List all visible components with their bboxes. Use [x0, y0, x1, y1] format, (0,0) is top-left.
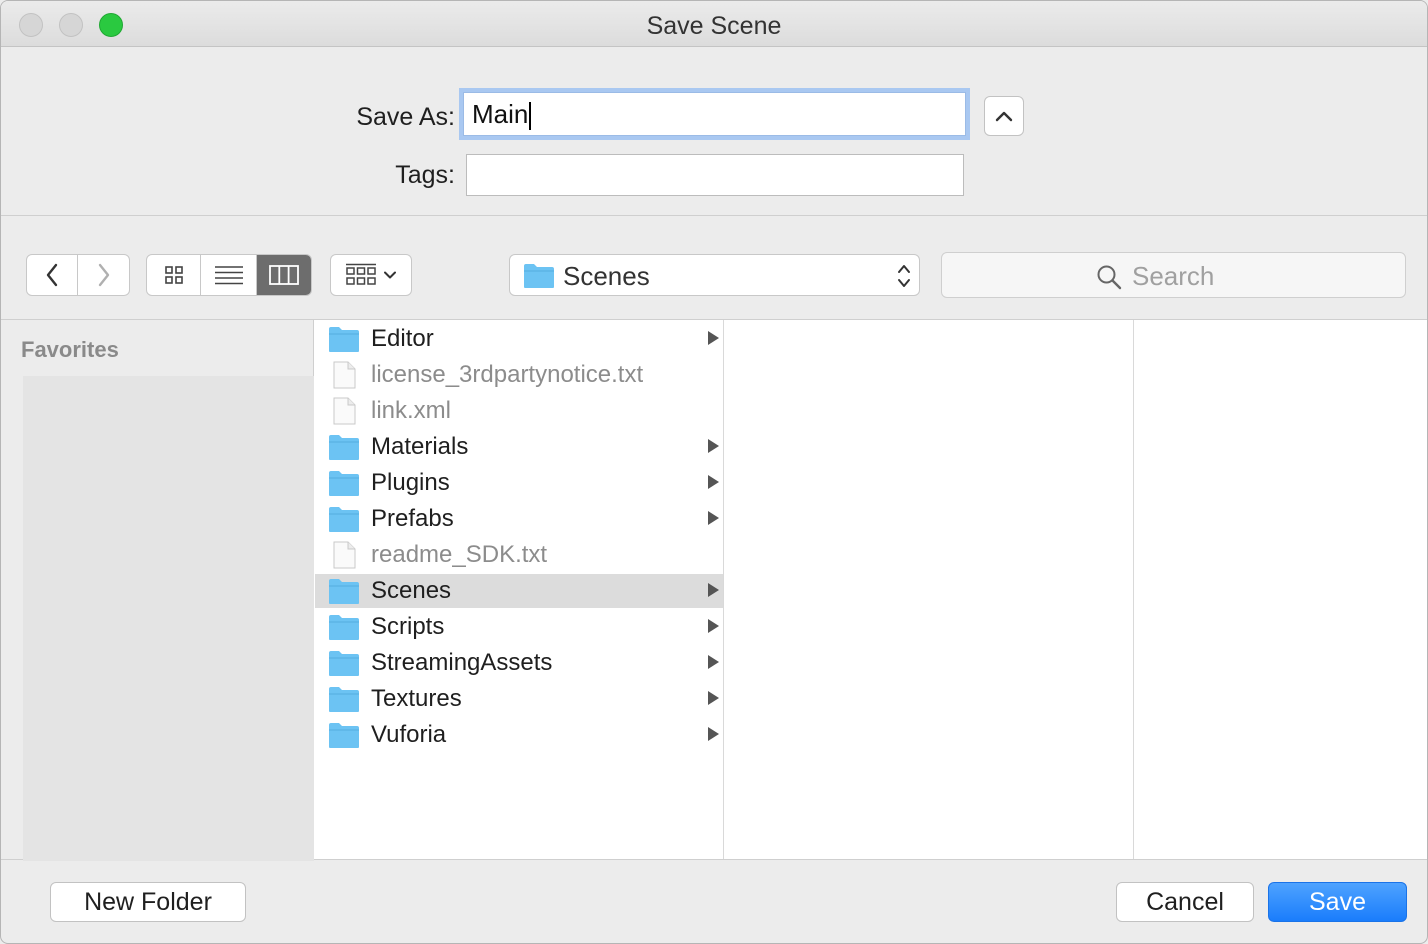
search-placeholder: Search — [1132, 261, 1215, 291]
row-label: Scripts — [371, 613, 445, 640]
view-mode-control — [146, 254, 312, 296]
tags-label: Tags: — [395, 161, 455, 189]
folder-icon — [329, 507, 359, 532]
row-label: link.xml — [371, 397, 452, 424]
location-label: Scenes — [563, 261, 650, 291]
grid-icon — [164, 266, 183, 284]
disclosure-arrow-icon — [708, 511, 719, 525]
folder-icon — [329, 687, 359, 712]
group-icon — [346, 263, 376, 285]
folder-row[interactable]: Plugins — [315, 466, 723, 500]
folder-icon — [524, 264, 554, 288]
chevron-down-icon — [384, 271, 396, 279]
folder-icon — [329, 435, 359, 460]
folder-icon — [329, 615, 359, 640]
folder-icon — [329, 579, 359, 604]
window-title: Save Scene — [646, 12, 782, 40]
folder-row[interactable]: Scripts — [315, 610, 723, 644]
updown-arrows-icon — [898, 265, 910, 287]
cancel-button[interactable]: Cancel — [1116, 882, 1254, 922]
row-label: Textures — [371, 685, 462, 712]
back-button[interactable] — [27, 255, 79, 295]
folder-row[interactable]: Scenes — [315, 574, 723, 608]
folder-row[interactable]: Vuforia — [315, 718, 723, 752]
disclosure-arrow-icon — [708, 439, 719, 453]
chevron-left-icon — [46, 263, 58, 287]
row-label: Materials — [371, 433, 469, 460]
search-field[interactable]: Search — [941, 252, 1406, 298]
disclosure-arrow-icon — [708, 331, 719, 345]
list-icon — [214, 266, 243, 285]
row-label: StreamingAssets — [371, 649, 553, 676]
document-icon — [333, 397, 356, 425]
favorites-list — [23, 376, 314, 861]
row-label: Plugins — [371, 469, 450, 496]
favorites-heading: Favorites — [21, 337, 119, 362]
save-as-field[interactable]: Main — [463, 92, 966, 136]
save-dialog: Save Scene Save As: Main Tags: Scenes Se… — [0, 0, 1428, 944]
disclosure-arrow-icon — [708, 619, 719, 633]
title-bar: Save Scene — [1, 1, 1427, 47]
row-label: license_3rdpartynotice.txt — [371, 361, 644, 388]
file-row[interactable]: license_3rdpartynotice.txt — [315, 358, 723, 392]
list-view-button[interactable] — [201, 255, 257, 295]
folder-icon — [329, 471, 359, 496]
disclosure-arrow-icon — [708, 475, 719, 489]
row-label: Vuforia — [371, 721, 447, 748]
expand-dialog-button[interactable] — [984, 96, 1024, 136]
column-view-button[interactable] — [256, 255, 311, 295]
row-label: readme_SDK.txt — [371, 541, 548, 568]
file-row[interactable]: link.xml — [315, 394, 723, 428]
document-icon — [333, 361, 356, 389]
file-column-3 — [1135, 320, 1427, 859]
folder-icon — [329, 723, 359, 748]
file-row[interactable]: readme_SDK.txt — [315, 538, 723, 572]
row-label: Prefabs — [371, 505, 454, 532]
file-column-2 — [725, 320, 1134, 859]
row-label: Scenes — [371, 577, 452, 604]
arrange-menu-button[interactable] — [330, 254, 412, 296]
arrange-cell — [331, 255, 411, 295]
folder-icon — [329, 651, 359, 676]
icon-view-button[interactable] — [147, 255, 202, 295]
save-button[interactable]: Save — [1268, 882, 1407, 922]
new-folder-button[interactable]: New Folder — [50, 882, 246, 922]
disclosure-arrow-icon — [708, 655, 719, 669]
folder-row[interactable]: Textures — [315, 682, 723, 716]
folder-row[interactable]: Materials — [315, 430, 723, 464]
save-as-label: Save As: — [356, 103, 455, 131]
folder-icon — [329, 327, 359, 352]
folder-row[interactable]: StreamingAssets — [315, 646, 723, 680]
location-popup[interactable]: Scenes — [509, 254, 920, 296]
disclosure-arrow-icon — [708, 583, 719, 597]
text-caret — [529, 102, 532, 131]
nav-buttons — [26, 254, 130, 296]
disclosure-arrow-icon — [708, 691, 719, 705]
forward-button[interactable] — [78, 255, 129, 295]
chevron-up-icon — [995, 111, 1013, 122]
folder-row[interactable]: Editor — [315, 322, 723, 356]
save-as-value: Main — [472, 99, 529, 129]
folder-row[interactable]: Prefabs — [315, 502, 723, 536]
tags-field[interactable] — [466, 154, 964, 196]
search-icon — [1097, 265, 1122, 290]
divider — [1, 215, 1427, 216]
document-icon — [333, 541, 356, 569]
sidebar: Favorites — [1, 320, 314, 861]
row-label: Editor — [371, 325, 434, 352]
columns-icon — [268, 265, 299, 285]
chevron-right-icon — [98, 263, 109, 287]
file-browser: Favorites Editor license_3rdpartynotice.t… — [1, 319, 1427, 861]
file-column-1: Editor license_3rdpartynotice.txt link.xml… — [315, 320, 724, 859]
disclosure-arrow-icon — [708, 727, 719, 741]
